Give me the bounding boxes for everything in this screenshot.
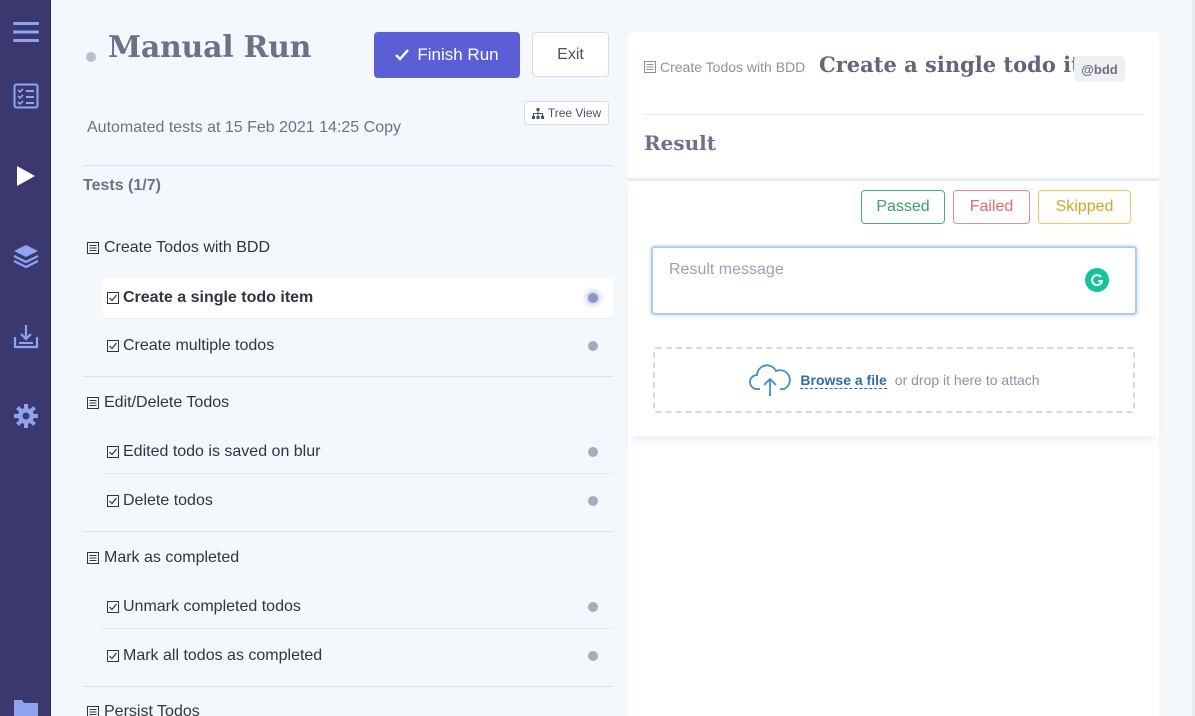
result-heading: Result [644,131,716,155]
sidebar-rail [0,0,51,716]
finish-run-label: Finish Run [417,45,499,64]
divider [83,165,613,166]
test-label: Mark all todos as completed [123,647,323,664]
test-list-icon [13,83,38,109]
test-item[interactable]: Edited todo is saved on blur [103,432,613,472]
test-title: Create a single todo item [819,52,1117,77]
test-item[interactable]: Unmark completed todos [103,587,613,627]
tag-badge[interactable]: @bdd [1074,56,1125,82]
suite-icon [87,397,99,409]
test-detail-panel: Create Todos with BDD Create a single to… [628,32,1159,716]
tree-view-label: Tree View [547,106,602,120]
test-status-dot [588,293,598,303]
divider [644,114,1143,115]
suite-icon [87,242,99,254]
sitemap-icon [531,107,544,119]
run-status-dot [86,52,96,62]
test-item[interactable]: Create multiple todos [103,326,613,366]
test-check-icon [107,340,119,352]
test-status-dot [588,496,598,506]
test-check-icon [107,601,119,613]
drop-hint: or drop it here to attach [894,372,1040,388]
check-icon [395,49,410,61]
sidebar-item-runs[interactable] [0,156,51,196]
sidebar-item-settings[interactable] [0,396,51,436]
sidebar-item-plans[interactable] [0,236,51,276]
skipped-button[interactable]: Skipped [1038,190,1131,224]
page-title: Manual Run [108,30,312,65]
grammarly-button[interactable] [1085,268,1109,292]
sidebar-item-tests[interactable] [0,76,51,116]
import-icon [13,325,38,349]
test-status-dot [588,602,598,612]
result-form: Passed Failed Skipped Browse a file or d… [628,178,1159,436]
suite-item[interactable]: Edit/Delete Todos [87,394,229,412]
test-check-icon [107,292,119,304]
cloud-upload-icon [749,364,792,396]
run-description: Automated tests at 15 Feb 2021 14:25 [87,119,360,136]
file-drop-zone[interactable]: Browse a file or drop it here to attach [653,347,1135,413]
divider [83,531,613,532]
tests-count: Tests (1/7) [83,177,161,194]
test-label: Create multiple todos [123,337,275,354]
run-subtitle: Automated tests at 15 Feb 2021 14:25 Cop… [87,119,401,137]
breadcrumb-label: Create Todos with BDD [660,59,806,75]
browse-file-link[interactable]: Browse a file [800,372,887,389]
test-item[interactable]: Delete todos [103,481,613,521]
suite-label: Mark as completed [104,549,240,566]
suite-label: Edit/Delete Todos [104,394,230,411]
menu-button[interactable] [0,12,51,52]
divider [103,318,613,319]
test-label: Delete todos [123,492,213,509]
passed-button[interactable]: Passed [861,190,945,224]
test-status-dot [588,447,598,457]
menu-icon [12,22,39,42]
test-check-icon [107,446,119,458]
test-status-dot [588,341,598,351]
test-check-icon [107,650,119,662]
suite-label: Persist Todos [104,703,200,716]
test-label: Create a single todo item [123,289,314,306]
run-pane: Manual Run Finish Run Exit Tree View Aut… [51,0,628,716]
sidebar-item-import[interactable] [0,316,51,356]
divider [83,376,613,377]
test-check-icon [107,495,119,507]
test-item[interactable]: Create a single todo item [103,278,613,318]
suite-label: Create Todos with BDD [104,239,270,256]
test-status-dot [588,651,598,661]
finish-run-button[interactable]: Finish Run [374,32,520,78]
divider [83,686,613,687]
result-message-input[interactable] [651,246,1137,315]
suite-icon [87,552,99,564]
grammarly-icon [1091,274,1104,287]
tree-view-button[interactable]: Tree View [524,101,609,125]
copy-link[interactable]: Copy [364,119,401,136]
divider [103,628,613,629]
suite-item[interactable]: Mark as completed [87,549,239,567]
gear-icon [13,404,38,428]
sidebar-item-files[interactable] [0,696,51,716]
suite-breadcrumb[interactable]: Create Todos with BDD [644,59,805,75]
suite-icon [644,61,656,73]
test-item[interactable]: Mark all todos as completed [103,636,613,676]
play-icon [16,166,35,186]
exit-button[interactable]: Exit [532,32,609,77]
folder-icon [13,700,38,716]
suite-icon [87,706,99,716]
test-label: Unmark completed todos [123,598,301,615]
layers-icon [13,245,38,269]
divider [103,473,613,474]
failed-button[interactable]: Failed [953,190,1030,224]
test-label: Edited todo is saved on blur [123,443,321,460]
suite-item[interactable]: Create Todos with BDD [87,239,270,257]
suite-item[interactable]: Persist Todos [87,703,200,716]
